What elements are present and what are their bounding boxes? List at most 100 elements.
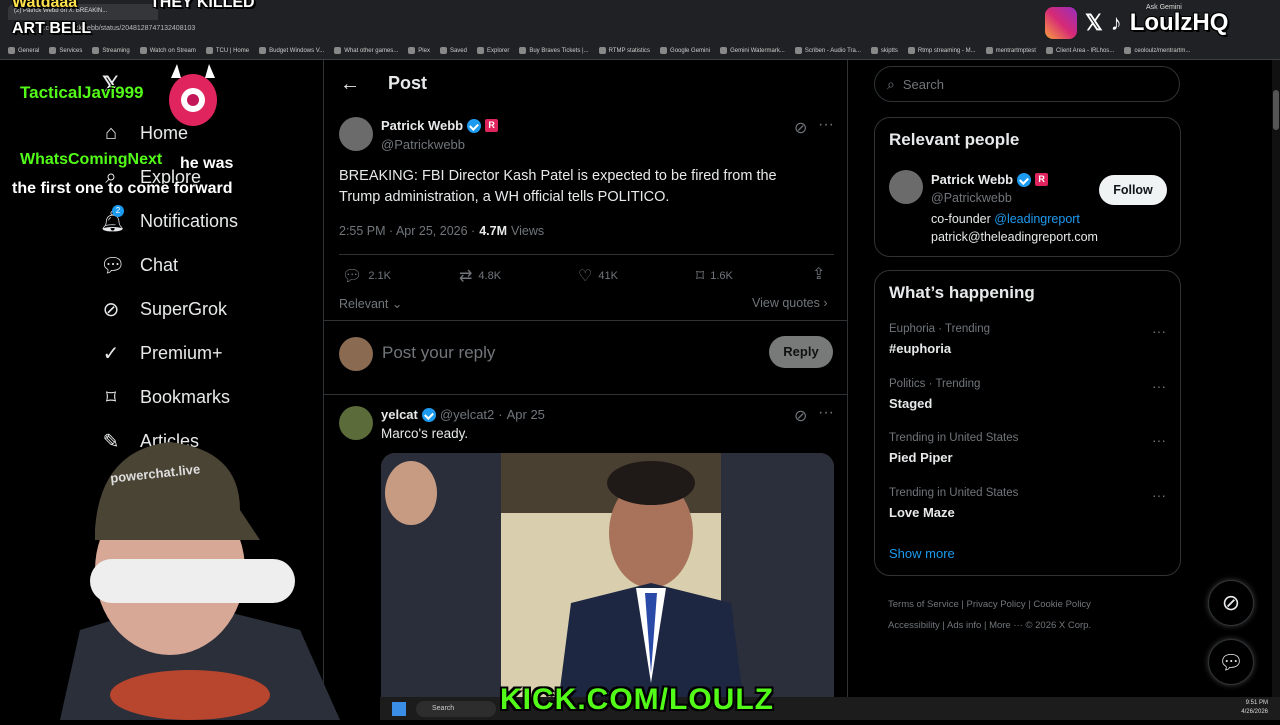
more-options-icon[interactable]: ··· <box>1152 487 1166 503</box>
nav-item-supergrok[interactable]: ⊘ SuperGrok <box>100 294 227 324</box>
reply-input[interactable]: Post your reply <box>382 343 495 363</box>
footer-link[interactable]: Accessibility <box>888 620 940 631</box>
trend-item[interactable]: Trending in United States Pied Piper ··· <box>875 430 1180 480</box>
bookmark-item[interactable]: Watch on Stream <box>139 47 196 54</box>
grok-icon[interactable]: ⊘ <box>794 118 807 138</box>
search-input[interactable]: Search <box>903 77 944 92</box>
grok-icon[interactable]: ⊘ <box>794 406 807 426</box>
reply-button[interactable]: Reply <box>769 336 833 368</box>
nav-item-notifications[interactable]: 🔔︎ 2 Notifications <box>100 204 239 236</box>
bookmark-item[interactable]: Streaming <box>92 47 130 54</box>
chat-username-1: TacticalJavi999 <box>20 83 144 102</box>
bookmark-item[interactable]: Explorer <box>476 47 509 54</box>
bookmark-favicon-icon <box>8 47 15 54</box>
footer-link[interactable]: Privacy Policy <box>967 599 1026 610</box>
more-options-icon[interactable]: ··· <box>1152 323 1166 339</box>
reply-author-handle[interactable]: @yelcat2 <box>440 407 494 422</box>
footer-link[interactable]: More ··· <box>989 620 1023 631</box>
nav-label: Premium+ <box>140 342 223 363</box>
author-avatar[interactable] <box>339 117 373 151</box>
instagram-icon <box>1045 7 1077 39</box>
trend-item[interactable]: Politics · Trending Staged ··· <box>875 376 1180 426</box>
nav-label: SuperGrok <box>140 298 228 319</box>
view-quotes-link[interactable]: View quotes › <box>752 296 828 310</box>
bookmark-item[interactable]: General <box>8 47 39 54</box>
premium-button-partial[interactable] <box>90 559 295 603</box>
author-handle[interactable]: @Patrickwebb <box>381 137 465 152</box>
nav-label: Notifications <box>140 210 239 231</box>
bookmark-item[interactable]: Buy Braves Tickets |... <box>519 47 589 54</box>
author-name[interactable]: Patrick Webb <box>381 118 463 133</box>
back-arrow-icon[interactable]: ← <box>340 73 360 96</box>
bookmark-item[interactable]: Services <box>49 47 82 54</box>
bookmark-favicon-icon <box>49 47 57 54</box>
scrollbar[interactable] <box>1272 60 1280 720</box>
chat-icon: 💬︎ <box>100 254 126 277</box>
reply-action[interactable]: 💬︎ 2.1K <box>342 266 391 286</box>
grok-floating-button[interactable]: ⊘ <box>1208 580 1254 626</box>
footer-link[interactable]: Cookie Policy <box>1033 599 1091 610</box>
chat-floating-button[interactable]: 💬︎ <box>1208 639 1254 685</box>
bookmark-action[interactable]: ⌑ 1.6K <box>696 266 733 286</box>
bookmark-item[interactable]: Google Gemini <box>660 47 710 54</box>
social-overlay: 𝕏 ♪ LoulzHQ <box>1045 4 1280 42</box>
bookmark-favicon-icon <box>985 47 993 54</box>
bookmark-favicon-icon <box>907 47 915 54</box>
bookmark-item[interactable]: ceoloulz/mentrartm... <box>1124 47 1190 54</box>
bookmark-item[interactable]: Client Area - lRLhos... <box>1045 47 1114 54</box>
reply-author-name[interactable]: yelcat <box>381 407 418 422</box>
trend-item[interactable]: Euphoria · Trending #euphoria ··· <box>875 321 1180 371</box>
more-options-icon[interactable]: ··· <box>1152 432 1166 448</box>
windows-start-icon[interactable] <box>392 701 406 716</box>
nav-item-bookmarks[interactable]: ⌑ Bookmarks <box>100 382 230 412</box>
like-action[interactable]: ♡ 41K <box>578 266 618 286</box>
person-handle[interactable]: @Patrickwebb <box>931 191 1012 205</box>
bookmark-icon: ⌑ <box>105 386 117 409</box>
bookmark-item[interactable]: Gemini Watermark... <box>720 47 785 54</box>
share-icon[interactable]: ⇪ <box>812 264 825 284</box>
repost-action[interactable]: ⇄ 4.8K <box>459 266 501 286</box>
nav-item-premium[interactable]: ✓ Premium+ <box>100 338 223 368</box>
search-box[interactable]: ⌕ Search <box>874 66 1180 102</box>
bookmark-item[interactable]: mentrartmptest <box>985 47 1036 54</box>
trend-context: Euphoria · Trending <box>889 323 991 335</box>
person-avatar[interactable] <box>889 170 923 204</box>
nav-label: Home <box>140 122 189 143</box>
bookmark-item[interactable]: Budget Windows V... <box>259 47 324 54</box>
footer-link[interactable]: Terms of Service <box>888 599 959 610</box>
nav-item-home[interactable]: ⌂ Home <box>100 118 188 148</box>
divider <box>324 394 847 395</box>
more-options-icon[interactable]: ··· <box>818 404 834 422</box>
bookmark-item[interactable]: TCU | Home <box>205 47 249 54</box>
more-options-icon[interactable]: ··· <box>1152 378 1166 394</box>
follow-button[interactable]: Follow <box>1099 175 1167 205</box>
trend-item[interactable]: Trending in United States Love Maze ··· <box>875 485 1180 535</box>
reply-media-image[interactable] <box>381 453 834 720</box>
overlay-brand: LoulzHQ <box>1129 9 1229 36</box>
bookmark-item[interactable]: Rtmp streaming - M... <box>907 47 976 54</box>
relevant-sort-dropdown[interactable]: Relevant ⌄ <box>339 296 402 311</box>
taskbar-search[interactable]: Search <box>416 700 496 717</box>
bookmark-item[interactable]: Saved <box>439 47 467 54</box>
bookmark-favicon-icon <box>205 47 213 54</box>
reply-date[interactable]: Apr 25 <box>507 407 545 422</box>
bookmark-favicon-icon <box>334 47 342 54</box>
footer-link[interactable]: Ads info <box>947 620 981 631</box>
bookmark-item[interactable]: RTMP statistics <box>598 47 650 54</box>
bookmark-item[interactable]: skiptts <box>870 47 898 54</box>
person-name[interactable]: Patrick Webb <box>931 172 1013 187</box>
bookmark-item[interactable]: What other games... <box>334 47 398 54</box>
bookmark-item[interactable]: Scriben - Audio Tra... <box>794 47 861 54</box>
bio-mention-link[interactable]: @leadingreport <box>994 212 1080 226</box>
overlay-alert-1: Watdaaa <box>12 0 78 11</box>
bookmark-item[interactable]: Plex <box>408 47 430 54</box>
post-timestamp[interactable]: 2:55 PM · Apr 25, 2026 · <box>339 224 475 238</box>
nav-item-chat[interactable]: 💬︎ Chat <box>100 250 178 280</box>
trend-name: Pied Piper <box>889 450 953 465</box>
chat-message-2: he was the first one to come forward <box>12 155 234 197</box>
bookmark-favicon-icon <box>1124 47 1132 54</box>
more-options-icon[interactable]: ··· <box>818 116 834 134</box>
views-label: Views <box>511 224 545 238</box>
show-more-link[interactable]: Show more <box>889 546 955 561</box>
trend-name: Staged <box>889 395 933 411</box>
